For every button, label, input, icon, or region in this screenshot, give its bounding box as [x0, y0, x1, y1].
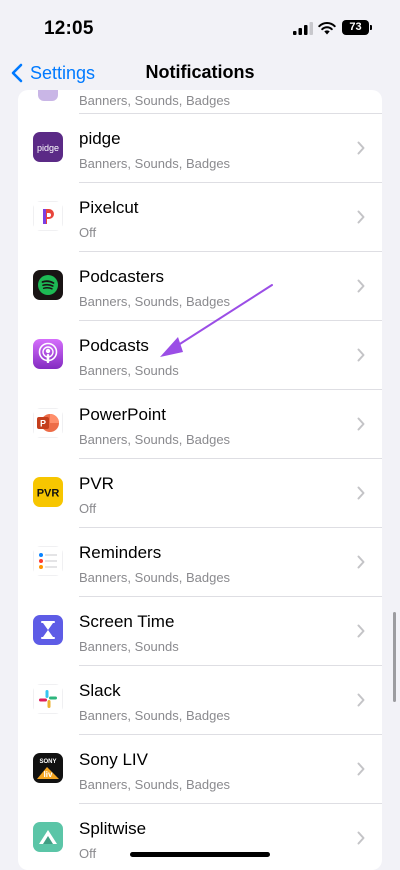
splitwise-icon: [33, 822, 63, 852]
cellular-signal-icon: [293, 22, 313, 35]
svg-text:liv: liv: [44, 770, 53, 779]
powerpoint-icon: P: [33, 408, 63, 438]
chevron-right-icon: [357, 486, 365, 500]
app-name: PowerPoint: [79, 405, 166, 424]
app-name: Podcasts: [79, 336, 149, 355]
list-item-podcasts[interactable]: Podcasts Banners, Sounds: [18, 321, 382, 390]
chevron-right-icon: [357, 762, 365, 776]
status-bar: 12:05 73: [0, 0, 400, 50]
app-name: Reminders: [79, 543, 162, 562]
app-name: PVR: [79, 474, 114, 493]
app-subtitle: Banners, Sounds, Badges: [79, 570, 231, 585]
app-subtitle: Banners, Sounds, Badges: [79, 777, 231, 792]
battery-icon: 73: [342, 20, 369, 35]
app-subtitle: Banners, Sounds: [79, 639, 179, 654]
app-name: Podcasters: [79, 267, 165, 286]
list-item-reminders[interactable]: Reminders Banners, Sounds, Badges: [18, 528, 382, 597]
chevron-right-icon: [357, 693, 365, 707]
chevron-right-icon: [357, 348, 365, 362]
app-subtitle: Banners, Sounds, Badges: [79, 432, 231, 447]
list-item-powerpoint[interactable]: P PowerPoint Banners, Sounds, Badges: [18, 390, 382, 459]
svg-text:pidge: pidge: [37, 143, 59, 153]
partial-row-subtitle: Banners, Sounds, Badges: [79, 93, 231, 108]
app-name: Sony LIV: [79, 750, 148, 769]
app-list: Banners, Sounds, Badges pidge pidge Bann…: [18, 90, 382, 870]
list-item-screen-time[interactable]: Screen Time Banners, Sounds: [18, 597, 382, 666]
svg-text:SONY: SONY: [39, 759, 56, 765]
partial-app-icon: [38, 90, 58, 101]
list-item-slack[interactable]: Slack Banners, Sounds, Badges: [18, 666, 382, 735]
pvr-icon: PVR: [33, 477, 63, 507]
chevron-right-icon: [357, 417, 365, 431]
slack-icon: [33, 684, 63, 714]
reminders-icon: [33, 546, 63, 576]
list-item-sony-liv[interactable]: SONY liv Sony LIV Banners, Sounds, Badges: [18, 735, 382, 804]
pixelcut-icon: [33, 201, 63, 231]
scrollbar[interactable]: [393, 612, 396, 702]
app-name: Screen Time: [79, 612, 175, 631]
app-name: Pixelcut: [79, 198, 139, 217]
spotify-icon: [33, 270, 63, 300]
app-name: Slack: [79, 681, 121, 700]
status-time: 12:05: [44, 18, 94, 39]
list-item-podcasters[interactable]: Podcasters Banners, Sounds, Badges: [18, 252, 382, 321]
app-name: pidge: [79, 129, 121, 148]
chevron-right-icon: [357, 555, 365, 569]
list-item-splitwise[interactable]: Splitwise Off: [18, 804, 382, 870]
chevron-right-icon: [357, 831, 365, 845]
app-subtitle: Banners, Sounds, Badges: [79, 708, 231, 723]
app-subtitle: Off: [79, 846, 97, 861]
chevron-right-icon: [357, 210, 365, 224]
svg-text:P: P: [40, 419, 46, 429]
navigation-bar: Settings Notifications: [0, 52, 400, 92]
app-subtitle: Banners, Sounds: [79, 363, 179, 378]
app-subtitle: Banners, Sounds, Badges: [79, 156, 231, 171]
chevron-right-icon: [357, 279, 365, 293]
app-subtitle: Off: [79, 501, 97, 516]
app-subtitle: Off: [79, 225, 97, 240]
svg-text:PVR: PVR: [37, 488, 60, 500]
app-subtitle: Banners, Sounds, Badges: [79, 294, 231, 309]
pidge-icon: pidge: [33, 132, 63, 162]
chevron-right-icon: [357, 624, 365, 638]
sonyliv-icon: SONY liv: [33, 753, 63, 783]
hourglass-icon: [33, 615, 63, 645]
chevron-right-icon: [357, 141, 365, 155]
podcasts-icon: [33, 339, 63, 369]
page-title: Notifications: [145, 62, 255, 82]
list-item-pvr[interactable]: PVR PVR Off: [18, 459, 382, 528]
list-item-pixelcut[interactable]: Pixelcut Off: [18, 183, 382, 252]
list-item-pidge[interactable]: pidge pidge Banners, Sounds, Badges: [18, 114, 382, 183]
home-indicator: [130, 852, 270, 857]
app-name: Splitwise: [79, 819, 147, 838]
wifi-icon: [318, 22, 336, 35]
battery-tip: [370, 25, 372, 30]
